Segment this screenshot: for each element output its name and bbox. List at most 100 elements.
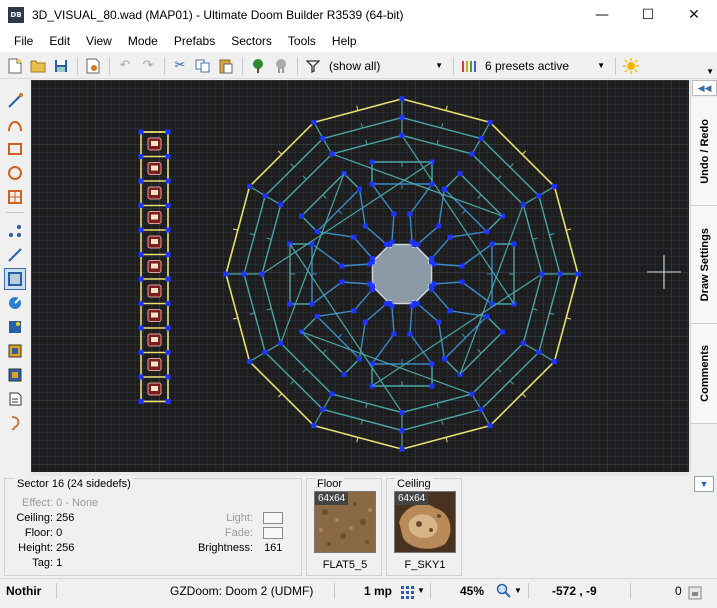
draw-ellipse-icon[interactable] (4, 162, 26, 184)
sectors-mode-icon[interactable] (4, 268, 26, 290)
tab-undo-redo[interactable]: Undo / Redo (691, 98, 717, 206)
map-options-icon[interactable] (82, 55, 104, 77)
filter-icon[interactable] (302, 55, 324, 77)
cut-icon[interactable]: ✂ (169, 55, 191, 77)
make-sector-icon[interactable] (4, 364, 26, 386)
vertex (138, 252, 144, 257)
hub-sector (371, 243, 433, 305)
draw-curve-icon[interactable] (4, 114, 26, 136)
script-icon[interactable] (4, 388, 26, 410)
cloud-icon[interactable] (270, 55, 292, 77)
copy-icon[interactable] (192, 55, 214, 77)
vertex (441, 356, 447, 362)
sector-effect-icon[interactable] (4, 340, 26, 362)
visual-mode-icon[interactable] (4, 316, 26, 338)
vertex (341, 371, 347, 377)
vertex (311, 119, 317, 125)
vertex (511, 241, 517, 247)
paste-icon[interactable] (215, 55, 237, 77)
vertex (429, 181, 435, 187)
vertex (487, 423, 493, 429)
vertex (429, 383, 435, 389)
linedefs-mode-icon[interactable] (4, 244, 26, 266)
fade-color-swatch (263, 527, 283, 539)
vertex (320, 406, 326, 412)
grid-dropdown-icon[interactable]: ▼ (417, 579, 425, 603)
menu-tools[interactable]: Tools (280, 30, 324, 52)
vertex (551, 359, 557, 365)
menu-file[interactable]: File (6, 30, 41, 52)
vertex (369, 283, 375, 289)
vertex (369, 159, 375, 165)
tag-label: Tag: (32, 557, 53, 569)
vertex (138, 399, 144, 404)
vertex (165, 203, 171, 208)
presets-dropdown[interactable]: 6 presets active ▼ (481, 56, 611, 76)
things-filter-icon[interactable] (247, 55, 269, 77)
dock-collapse-icon[interactable]: ◀◀ (692, 80, 717, 96)
menu-sectors[interactable]: Sectors (223, 30, 280, 52)
vertex (459, 263, 465, 269)
vertex (387, 241, 393, 247)
draw-rectangle-icon[interactable] (4, 138, 26, 160)
info-icon[interactable] (688, 584, 702, 600)
mode-toolbar (0, 80, 30, 475)
maximize-button[interactable]: ☐ (625, 0, 671, 30)
vertex (259, 271, 265, 277)
vertex (138, 301, 144, 306)
menu-help[interactable]: Help (324, 30, 365, 52)
vertex (320, 136, 326, 142)
vertex (484, 229, 490, 235)
undo-icon[interactable]: ↶ (114, 55, 136, 77)
things-filter-dropdown[interactable]: (show all) ▼ (325, 56, 449, 76)
redo-icon[interactable]: ↷ (137, 55, 159, 77)
menu-mode[interactable]: Mode (120, 30, 166, 52)
vertex (339, 263, 345, 269)
height-value: 256 (56, 542, 75, 554)
floor-texture-preview[interactable]: 64x64 (314, 491, 376, 553)
ladder-step-highlight (151, 190, 158, 195)
minimize-button[interactable]: — (579, 0, 625, 30)
save-map-icon[interactable] (50, 55, 72, 77)
vertex (138, 325, 144, 331)
menu-edit[interactable]: Edit (41, 30, 78, 52)
open-map-icon[interactable] (27, 55, 49, 77)
vertices-mode-icon[interactable] (4, 220, 26, 242)
sector-info-title: Sector 16 (24 sidedefs) (15, 478, 133, 490)
brightness-icon[interactable] (620, 55, 642, 77)
menu-view[interactable]: View (78, 30, 120, 52)
vertex (478, 136, 484, 142)
menu-prefabs[interactable]: Prefabs (166, 30, 223, 52)
things-mode-icon[interactable] (4, 292, 26, 314)
presets-icon[interactable] (458, 55, 480, 77)
vertex (536, 349, 542, 355)
vertex (391, 211, 397, 217)
vertex (287, 301, 293, 307)
ladder-step-highlight (151, 386, 158, 391)
ceiling-label: Ceiling: (16, 512, 53, 524)
vertex (457, 171, 463, 177)
map-drawing[interactable] (31, 80, 689, 472)
zoom-icon[interactable] (496, 583, 512, 599)
ladder-step-highlight (151, 361, 158, 367)
toolbar-overflow-icon[interactable]: ▼ (706, 67, 714, 76)
vertex (399, 427, 405, 433)
close-button[interactable]: ✕ (671, 0, 717, 30)
brightness-label: Brightness: (197, 542, 253, 554)
tab-draw-settings[interactable]: Draw Settings (691, 206, 717, 324)
status-bar: Nothir GZDoom: Doom 2 (UDMF) 1 mp ▼ 45% … (0, 578, 717, 602)
vertex (165, 399, 171, 404)
draw-lines-icon[interactable] (4, 90, 26, 112)
ceiling-texture-preview[interactable]: 64x64 (394, 491, 456, 553)
vertex (469, 391, 475, 397)
panel-collapse-icon[interactable]: ▼ (694, 476, 714, 492)
grid-size: 1 mp (364, 584, 393, 598)
map-canvas[interactable] (31, 80, 689, 472)
sound-icon[interactable] (4, 412, 26, 434)
new-map-icon[interactable] (4, 55, 26, 77)
tab-comments[interactable]: Comments (691, 324, 717, 424)
vertex (447, 234, 453, 240)
grid-icon[interactable] (401, 584, 415, 599)
zoom-dropdown-icon[interactable]: ▼ (514, 579, 522, 603)
draw-grid-icon[interactable] (4, 186, 26, 208)
